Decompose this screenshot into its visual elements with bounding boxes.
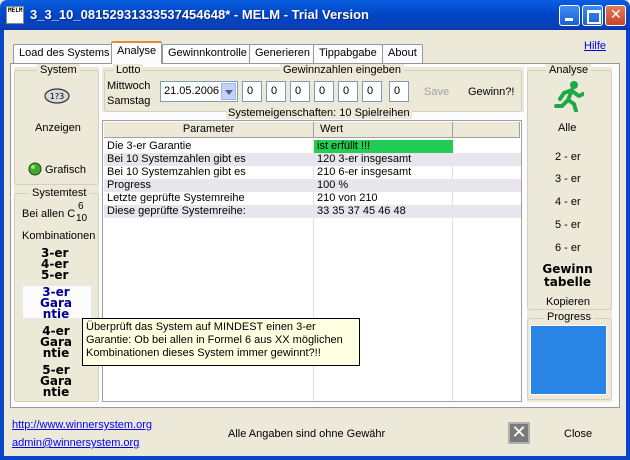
c-superscript: 6 (78, 201, 84, 212)
progress-group-title: Progress (544, 311, 595, 323)
analyse-5er-button[interactable]: 5 - er (555, 219, 581, 231)
cell-param: Die 3-er Garantie (107, 140, 192, 152)
col-header-empty[interactable] (453, 122, 520, 138)
cell-param: Letzte geprüfte Systemreihe (107, 192, 245, 204)
website-link[interactable]: http://www.winnersystem.org (12, 419, 152, 431)
table-row[interactable]: Bei 10 Systemzahlen gibt es 210 6-er ins… (104, 166, 521, 179)
garantie-5er-line3[interactable]: ntie (40, 386, 72, 398)
app-icon[interactable]: MELM (6, 6, 24, 24)
gewinn-tabelle-line2[interactable]: tabelle (540, 276, 595, 288)
kombinationen-label: Kombinationen (22, 230, 96, 242)
garantie-3er-line3[interactable]: ntie (40, 308, 72, 320)
close-window-button[interactable]: ✕ (605, 5, 626, 26)
winning-number-1[interactable]: 0 (242, 81, 262, 102)
tab-load-des-systems[interactable]: Load des Systems (13, 44, 116, 63)
table-row[interactable]: Diese geprüfte Systemreihe: 33 35 37 45 … (104, 205, 521, 218)
progress-display (530, 325, 607, 395)
tab-gewinnkontrolle[interactable]: Gewinnkontrolle (162, 44, 253, 63)
mittwoch-label[interactable]: Mittwoch (107, 80, 150, 92)
tab-generieren[interactable]: Generieren (249, 44, 317, 63)
analyse-3er-button[interactable]: 3 - er (555, 173, 581, 185)
alle-button[interactable]: Alle (558, 122, 576, 134)
window-border-left (0, 30, 4, 460)
gewinn-button[interactable]: Gewinn?! (468, 86, 514, 98)
cell-value-highlight: ist erfüllt !!! (314, 140, 453, 153)
test-5er-button[interactable]: 5-er (41, 269, 68, 281)
table-row[interactable]: Bei 10 Systemzahlen gibt es 120 3-er ins… (104, 153, 521, 166)
help-link[interactable]: Hilfe (584, 40, 606, 52)
systemtest-group-title: Systemtest (29, 187, 90, 199)
lotto-group-title: Lotto (113, 64, 144, 76)
close-x-icon[interactable]: ✕ (508, 422, 530, 444)
cell-value: 210 von 210 (317, 192, 378, 204)
anzeigen-button[interactable]: Anzeigen (35, 122, 81, 134)
zusatzzahl[interactable]: 0 (389, 81, 409, 102)
bei-allen-label: Bei allen C (22, 208, 76, 220)
tab-analyse[interactable]: Analyse (111, 41, 163, 64)
winning-number-4[interactable]: 0 (314, 81, 334, 102)
system-properties-title: Systemeigenschaften: 10 Spielreihen (226, 107, 412, 119)
system-group-title: System (37, 64, 80, 76)
winning-number-5[interactable]: 0 (338, 81, 358, 102)
window-border-right (626, 30, 630, 460)
chevron-down-icon[interactable] (221, 83, 236, 100)
window-border-bottom (0, 456, 630, 460)
winning-number-3[interactable]: 0 (290, 81, 310, 102)
date-select[interactable]: 21.05.2006 (160, 81, 238, 102)
close-icon: ✕ (610, 7, 622, 23)
analyse-4er-button[interactable]: 4 - er (555, 196, 581, 208)
title-bar[interactable]: MELM 3_3_10_08152931333537454648* - MELM… (0, 0, 630, 30)
analyse-6er-button[interactable]: 6 - er (555, 242, 581, 254)
eye-123-icon[interactable]: 1?3 (44, 87, 70, 108)
col-header-parameter[interactable]: Parameter (104, 122, 314, 138)
cell-value: 210 6-er insgesamt (317, 166, 412, 178)
minimize-button[interactable] (559, 5, 580, 26)
date-value: 21.05.2006 (164, 85, 220, 97)
disclaimer-text: Alle Angaben sind ohne Gewähr (228, 428, 386, 440)
winning-number-2[interactable]: 0 (266, 81, 286, 102)
save-button[interactable]: Save (424, 86, 449, 98)
table-row[interactable]: Letzte geprüfte Systemreihe 210 von 210 (104, 192, 521, 205)
gewinn-tabelle-line1[interactable]: Gewinn (540, 263, 595, 275)
svg-text:1?3: 1?3 (50, 92, 64, 101)
email-link[interactable]: admin@winnersystem.org (12, 437, 139, 449)
tab-about[interactable]: About (382, 44, 423, 63)
running-man-icon[interactable] (554, 80, 585, 115)
gewinnzahlen-label: Gewinnzahlen eingeben (280, 64, 405, 76)
samstag-label[interactable]: Samstag (107, 95, 150, 107)
analyse-group-title: Analyse (546, 64, 592, 76)
cell-param: Progress (107, 179, 152, 191)
cell-value: 120 3-er insgesamt (317, 153, 412, 165)
cell-value: 100 % (317, 179, 349, 191)
close-button[interactable]: Close (564, 428, 592, 440)
c-subscript: 10 (76, 213, 88, 224)
table-row[interactable]: Die 3-er Garantie ist erfüllt !!! (104, 140, 521, 153)
col-header-wert[interactable]: Wert (314, 122, 453, 138)
analyse-2er-button[interactable]: 2 - er (555, 151, 581, 163)
grafisch-button[interactable]: Grafisch (45, 164, 86, 176)
winning-number-6[interactable]: 0 (362, 81, 382, 102)
cell-param: Diese geprüfte Systemreihe: (107, 205, 246, 217)
cell-param: Bei 10 Systemzahlen gibt es (107, 153, 246, 165)
garantie-tooltip: Überprüft das System auf MINDEST einen 3… (82, 318, 360, 366)
kopieren-button[interactable]: Kopieren (546, 296, 590, 308)
maximize-button[interactable] (582, 5, 603, 26)
cell-param: Bei 10 Systemzahlen gibt es (107, 166, 246, 178)
grafisch-icon[interactable] (28, 162, 42, 179)
window-title: 3_3_10_08152931333537454648* - MELM - Tr… (30, 7, 369, 22)
tab-tippabgabe[interactable]: Tippabgabe (313, 44, 383, 63)
cell-value: 33 35 37 45 46 48 (317, 205, 406, 217)
table-row[interactable]: Progress 100 % (104, 179, 521, 192)
garantie-4er-line3[interactable]: ntie (40, 347, 72, 359)
